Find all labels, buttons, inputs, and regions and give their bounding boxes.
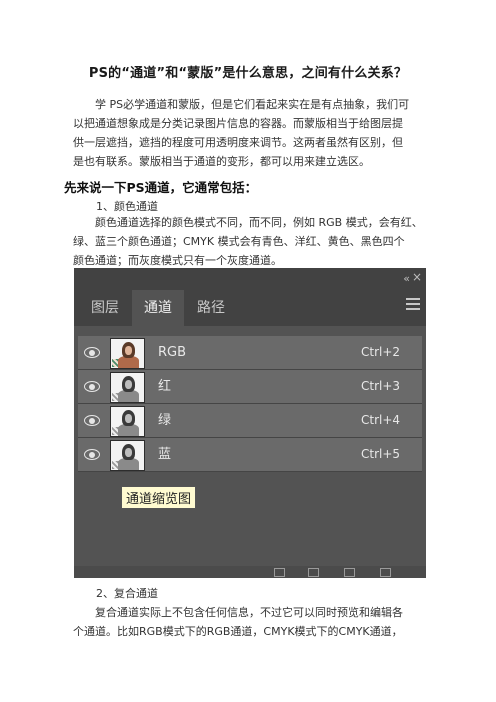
channel-row-red[interactable]: 红 Ctrl+3 — [78, 370, 422, 404]
save-selection-icon[interactable] — [308, 568, 319, 577]
visibility-eye-icon[interactable] — [84, 347, 100, 358]
channel-thumbnail — [110, 406, 145, 437]
section2-title: 2、复合通道 — [96, 587, 158, 600]
section2-line: 复合通道实际上不包含任何信息，不过它可以同时预览和编辑各 — [95, 606, 403, 619]
tab-paths[interactable]: 路径 — [188, 290, 234, 326]
section1-line: 绿、蓝三个颜色通道；CMYK 模式会有青色、洋红、黄色、黑色四个 — [73, 235, 405, 248]
visibility-eye-icon[interactable] — [84, 381, 100, 392]
intro-line: 是也有联系。蒙版相当于通道的变形，都可以用来建立选区。 — [73, 155, 370, 168]
channel-thumbnail — [110, 372, 145, 403]
channel-shortcut: Ctrl+3 — [361, 379, 401, 393]
section2-paragraph: 复合通道实际上不包含任何信息，不过它可以同时预览和编辑各 个通道。比如RGB模式… — [73, 603, 429, 641]
load-selection-icon[interactable] — [274, 568, 285, 577]
channel-thumbnail — [110, 338, 145, 369]
channel-row-rgb[interactable]: RGB Ctrl+2 — [78, 336, 422, 370]
section1-line: 颜色通道选择的颜色模式不同，而不同，例如 RGB 模式，会有红、 — [95, 216, 423, 229]
collapse-icon[interactable]: « — [403, 272, 410, 285]
channel-thumbnail — [110, 440, 145, 471]
channel-row-green[interactable]: 绿 Ctrl+4 — [78, 404, 422, 438]
intro-paragraph: 学 PS必学通道和蒙版，但是它们看起来实在是有点抽象，我们可 以把通道想象成是分… — [73, 95, 429, 171]
channel-shortcut: Ctrl+2 — [361, 345, 401, 359]
channel-name: 蓝 — [158, 447, 172, 462]
intro-line: 供一层遮挡，遮挡的程度可用透明度来调节。这两者虽然有区别，但 — [73, 136, 403, 149]
channel-name: 红 — [158, 379, 172, 394]
channel-name: RGB — [158, 345, 187, 360]
section2-line: 个通道。比如RGB模式下的RGB通道，CMYK模式下的CMYK通道， — [73, 625, 403, 638]
section1-paragraph: 颜色通道选择的颜色模式不同，而不同，例如 RGB 模式，会有红、 绿、蓝三个颜色… — [73, 213, 429, 270]
close-icon[interactable]: × — [412, 270, 422, 284]
panel-bottom-toolbar — [74, 566, 426, 578]
delete-channel-icon[interactable] — [380, 568, 391, 577]
article-title: PS的“通道”和“蒙版”是什么意思，之间有什么关系？ — [88, 66, 408, 81]
intro-line: 学 PS必学通道和蒙版，但是它们看起来实在是有点抽象，我们可 — [95, 98, 410, 111]
channel-name: 绿 — [158, 413, 172, 428]
tab-layers[interactable]: 图层 — [82, 290, 128, 326]
section1-title: 1、颜色通道 — [96, 200, 158, 213]
panel-menu-icon[interactable] — [406, 298, 420, 313]
new-channel-icon[interactable] — [344, 568, 355, 577]
channel-shortcut: Ctrl+4 — [361, 413, 401, 427]
panel-tabbar: 图层 通道 路径 — [74, 290, 426, 326]
channel-row-blue[interactable]: 蓝 Ctrl+5 — [78, 438, 422, 472]
visibility-eye-icon[interactable] — [84, 449, 100, 460]
channel-shortcut: Ctrl+5 — [361, 447, 401, 461]
channels-panel-screenshot: « × 图层 通道 路径 RGB Ctrl+2 红 Ctrl+3 绿 Ctrl+… — [74, 268, 426, 578]
visibility-eye-icon[interactable] — [84, 415, 100, 426]
thumbnail-callout-label: 通道缩览图 — [121, 486, 197, 509]
tab-channels[interactable]: 通道 — [132, 290, 184, 326]
intro-line: 以把通道想象成是分类记录图片信息的容器。而蒙版相当于给图层提 — [73, 117, 403, 130]
panel-title-strip: « × — [74, 268, 426, 290]
section-heading: 先来说一下PS通道，它通常包括： — [64, 180, 258, 195]
